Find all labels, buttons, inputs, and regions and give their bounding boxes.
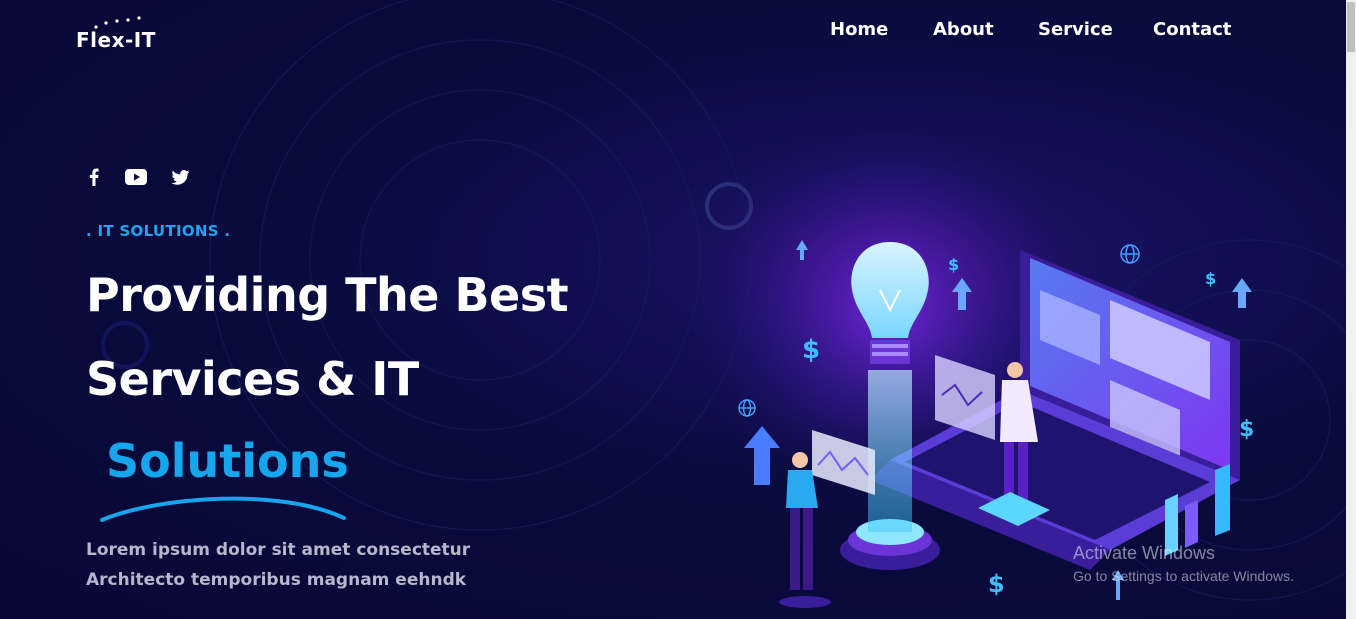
hero-title-highlight: Solutions [106,434,349,488]
hero-title-line1: Providing The Best [86,268,569,322]
facebook-icon [89,168,99,186]
hero-description-line2: Architecto temporibus magnam eehndk [86,570,467,590]
facebook-link[interactable] [86,166,102,188]
nav-link-about[interactable]: About [933,19,994,40]
hero-kicker: . IT SOLUTIONS . [86,222,231,240]
hero-description-line1: Lorem ipsum dolor sit amet consectetur [86,540,471,560]
nav-link-contact[interactable]: Contact [1153,19,1231,40]
nav-link-service[interactable]: Service [1038,19,1113,40]
scrollbar-thumb[interactable] [1347,2,1355,52]
twitter-link[interactable] [170,166,190,188]
vertical-scrollbar[interactable] [1346,0,1356,619]
svg-text:$: $ [802,335,820,365]
brand-logo[interactable]: Flex-IT [76,16,166,56]
brand-name: Flex-IT [76,28,156,52]
highlight-underline [100,496,346,522]
activation-watermark-subtitle: Go to Settings to activate Windows. [1073,568,1294,584]
svg-text:$: $ [948,255,959,274]
nav-link-home[interactable]: Home [830,19,888,40]
twitter-icon [171,169,189,185]
youtube-icon [125,169,147,185]
youtube-link[interactable] [124,166,148,188]
svg-text:$: $ [1239,417,1254,442]
svg-text:$: $ [988,570,1005,598]
activation-watermark-title: Activate Windows [1073,543,1216,563]
hero-title-line2: Services & IT [86,352,419,406]
svg-text:$: $ [1205,269,1216,288]
